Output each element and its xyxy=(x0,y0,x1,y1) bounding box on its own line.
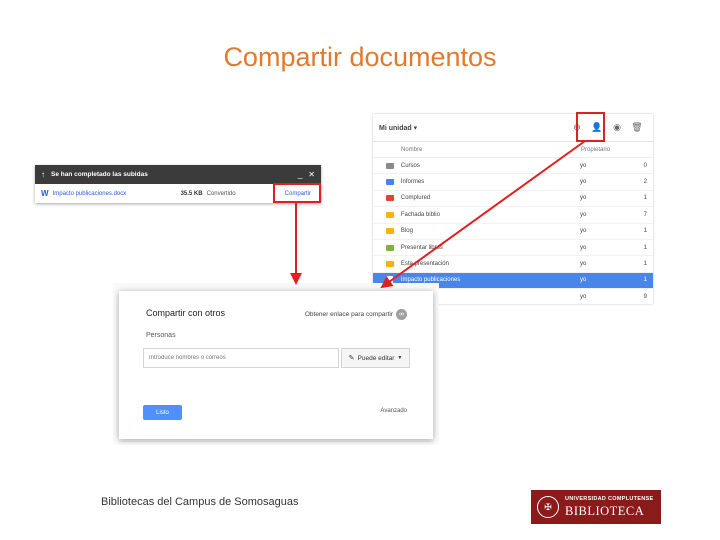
upload-arrow-icon: ↑ xyxy=(41,170,45,179)
drive-panel: Mi unidad ▾ ⊖ 👤 ◉ 🗑 Nombre Propietario C… xyxy=(373,114,653,304)
file-size: 1 xyxy=(643,195,647,202)
file-owner: yo xyxy=(579,195,587,202)
file-size: 1 xyxy=(643,244,647,251)
trash-icon[interactable]: 🗑 xyxy=(627,122,647,133)
footer-text: Bibliotecas del Campus de Somosaguas xyxy=(101,496,299,508)
file-size: 2 xyxy=(643,179,647,186)
permission-dropdown[interactable]: ✎ Puede editar ▼ xyxy=(341,348,410,368)
file-name: Presentar libros xyxy=(400,244,443,251)
table-row[interactable]: Fachada biblio yo 7 xyxy=(373,207,653,224)
table-row[interactable]: Esta presentación yo 1 xyxy=(373,256,653,273)
logo-library: BIBLIOTECA xyxy=(565,503,645,518)
logo-university: UNIVERSIDAD COMPLUTENSE xyxy=(565,496,654,502)
drive-column-header: Nombre Propietario xyxy=(373,142,653,158)
get-link-label: Obtener enlace para compartir xyxy=(304,311,393,318)
share-dialog: Compartir con otros Obtener enlace para … xyxy=(119,291,433,439)
file-name: Blog xyxy=(400,228,413,235)
file-name: Cursos xyxy=(400,162,420,169)
word-doc-icon: W xyxy=(41,189,49,198)
file-owner: yo xyxy=(579,162,587,169)
file-size: 9 xyxy=(643,293,647,300)
file-owner: yo xyxy=(579,211,587,218)
folder-icon xyxy=(385,228,394,235)
get-link-button[interactable]: Obtener enlace para compartir ∞ xyxy=(305,309,407,320)
file-size: 7 xyxy=(643,211,647,218)
folder-icon xyxy=(385,162,394,169)
file-size: 1 xyxy=(643,228,647,235)
file-owner: yo xyxy=(579,293,587,300)
slide-title: Compartir documentos xyxy=(223,42,497,72)
upload-header-text: Se han completado las subidas xyxy=(51,171,148,178)
file-name: Esta presentación xyxy=(400,261,449,268)
my-drive-label: Mi unidad xyxy=(379,124,412,132)
chevron-down-icon: ▼ xyxy=(397,355,403,361)
table-row[interactable]: Informes yo 2 xyxy=(373,174,653,191)
folder-icon xyxy=(385,261,394,268)
file-owner: yo xyxy=(579,244,587,251)
my-drive-dropdown[interactable]: Mi unidad ▾ xyxy=(379,124,567,132)
folder-icon xyxy=(385,244,394,251)
table-row[interactable]: Cursos yo 0 xyxy=(373,158,653,175)
close-icon[interactable]: ✕ xyxy=(308,170,315,179)
upload-file-size: 35.5 KB xyxy=(180,190,203,197)
advanced-link[interactable]: Avanzado xyxy=(380,408,407,414)
upload-file-name[interactable]: Impacto publicaciones.docx xyxy=(53,191,181,197)
highlight-share-button xyxy=(576,112,605,142)
column-name[interactable]: Nombre xyxy=(401,147,581,153)
file-size: 1 xyxy=(643,277,647,284)
done-button[interactable]: Listo xyxy=(143,405,182,420)
people-label: Personas xyxy=(146,332,176,339)
folder-icon xyxy=(385,195,394,202)
upload-header: ↑ Se han completado las subidas _ ✕ xyxy=(35,165,321,184)
preview-icon[interactable]: ◉ xyxy=(607,122,627,133)
file-name: Complured xyxy=(400,195,431,202)
file-owner: yo xyxy=(579,277,587,284)
file-size: 1 xyxy=(643,261,647,268)
file-name: Informes xyxy=(400,179,425,186)
folder-icon xyxy=(385,211,394,218)
university-seal-icon: ✠ xyxy=(537,496,559,518)
table-row[interactable]: Presentar libros yo 1 xyxy=(373,240,653,257)
pencil-icon: ✎ xyxy=(348,355,355,362)
table-row[interactable]: Blog yo 1 xyxy=(373,224,653,240)
file-name: Fachada biblio xyxy=(400,211,440,218)
share-dialog-title: Compartir con otros xyxy=(146,308,226,318)
folder-icon xyxy=(385,179,394,186)
chevron-down-icon: ▾ xyxy=(413,124,418,132)
column-owner[interactable]: Propietario xyxy=(581,147,645,153)
link-icon: ∞ xyxy=(396,309,407,320)
highlight-share-link xyxy=(273,183,321,203)
library-logo: ✠ UNIVERSIDAD COMPLUTENSE BIBLIOTECA xyxy=(531,490,661,524)
file-owner: yo xyxy=(579,179,587,186)
file-owner: yo xyxy=(579,228,587,235)
file-size: 0 xyxy=(643,162,647,169)
people-input[interactable] xyxy=(143,348,339,368)
permission-label: Puede editar xyxy=(357,354,395,362)
file-owner: yo xyxy=(579,261,587,268)
table-row[interactable]: Complured yo 1 xyxy=(373,191,653,208)
drive-toolbar: Mi unidad ▾ ⊖ 👤 ◉ 🗑 xyxy=(373,114,653,142)
minimize-icon[interactable]: _ xyxy=(298,170,302,179)
